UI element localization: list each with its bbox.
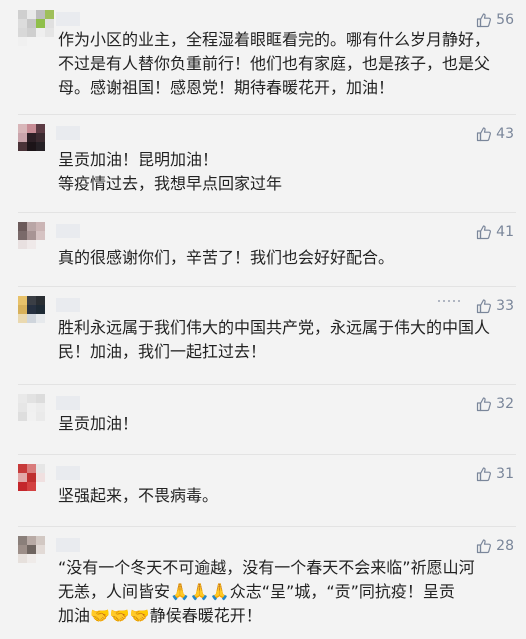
thumbs-up-icon <box>476 12 492 28</box>
avatar[interactable] <box>18 536 54 572</box>
like-count: 28 <box>496 538 514 554</box>
like-count: 33 <box>496 298 514 314</box>
like-button[interactable]: 56 <box>476 10 514 30</box>
comment-text-line: 呈贡加油！昆明加油！ <box>58 150 219 169</box>
username-blurred[interactable] <box>56 224 80 238</box>
thumbs-up-icon <box>476 224 492 240</box>
like-count: 41 <box>496 224 514 240</box>
like-button[interactable]: 41 <box>476 222 514 242</box>
avatar[interactable] <box>18 222 54 258</box>
username-blurred[interactable] <box>56 126 80 140</box>
comment-text-line: 真的很感谢你们，辛苦了！我们也会好好配合。 <box>58 248 395 267</box>
comment-text-line: 等疫情过去，我想早点回家过年 <box>58 174 283 193</box>
comment-text: 呈贡加油！昆明加油！ 等疫情过去，我想早点回家过年 <box>58 148 506 196</box>
comment-text-line: “没有一个冬天不可逾越，没有一个春天不会来临”祈愿山河 <box>58 558 475 577</box>
comment-text-line: 加油🤝🤝🤝静侯春暖花开！ <box>58 606 262 625</box>
avatar[interactable] <box>18 10 54 46</box>
avatar[interactable] <box>18 464 54 500</box>
like-count: 31 <box>496 466 514 482</box>
username-blurred[interactable] <box>56 396 80 410</box>
comment-text: 坚强起来，不畏病毒。 <box>58 484 506 508</box>
comment-text: 作为小区的业主，全程湿着眼眶看完的。哪有什么岁月静好， 不过是有人替你负重前行！他… <box>58 28 506 100</box>
comment-item: 43 呈贡加油！昆明加油！ 等疫情过去，我想早点回家过年 <box>0 124 526 224</box>
comment-text-line: 胜利永远属于我们伟大的中国共产党，永远属于伟大的中国人 <box>58 318 491 337</box>
comment-text-line: 不过是有人替你负重前行！他们也有家庭，也是孩子，也是父 <box>58 54 491 73</box>
comment-text: 呈贡加油！ <box>58 412 506 436</box>
like-button[interactable]: 43 <box>476 124 514 144</box>
comment-item: 33 胜利永远属于我们伟大的中国共产党，永远属于伟大的中国人 民！加油，我们一起扛过… <box>0 296 526 396</box>
username-blurred[interactable] <box>56 298 80 312</box>
avatar[interactable] <box>18 296 54 332</box>
comment-text-line: 作为小区的业主，全程湿着眼眶看完的。哪有什么岁月静好， <box>58 30 491 49</box>
comment-text-line: 坚强起来，不畏病毒。 <box>58 486 219 505</box>
like-count: 56 <box>496 12 514 28</box>
more-options-icon[interactable] <box>438 300 460 302</box>
comment-item: 28 “没有一个冬天不可逾越，没有一个春天不会来临”祈愿山河 无恙，人间皆安🙏🙏🙏众… <box>0 536 526 636</box>
comment-text: 胜利永远属于我们伟大的中国共产党，永远属于伟大的中国人 民！加油，我们一起扛过去！ <box>58 316 506 364</box>
comment-text-line: 呈贡加油！ <box>58 414 139 433</box>
like-button[interactable]: 28 <box>476 536 514 556</box>
comment-item: 56 作为小区的业主，全程湿着眼眶看完的。哪有什么岁月静好， 不过是有人替你负重前行… <box>0 10 526 110</box>
thumbs-up-icon <box>476 538 492 554</box>
thumbs-up-icon <box>476 298 492 314</box>
avatar[interactable] <box>18 394 54 430</box>
like-button[interactable]: 31 <box>476 464 514 484</box>
username-blurred[interactable] <box>56 466 80 480</box>
comment-divider <box>18 114 516 115</box>
comment-text-line: 无恙，人间皆安🙏🙏🙏众志“呈”城，“贡”同抗疫！呈贡 <box>58 582 455 601</box>
username-blurred[interactable] <box>56 12 80 26</box>
comment-text-line: 母。感谢祖国！感恩党！期待春暖花开，加油！ <box>58 78 395 97</box>
like-button[interactable]: 32 <box>476 394 514 414</box>
like-button[interactable]: 33 <box>476 296 514 316</box>
comment-text: 真的很感谢你们，辛苦了！我们也会好好配合。 <box>58 246 506 270</box>
thumbs-up-icon <box>476 466 492 482</box>
like-count: 43 <box>496 126 514 142</box>
thumbs-up-icon <box>476 126 492 142</box>
comment-text-line: 民！加油，我们一起扛过去！ <box>58 342 267 361</box>
thumbs-up-icon <box>476 396 492 412</box>
like-count: 32 <box>496 396 514 412</box>
comment-text: “没有一个冬天不可逾越，没有一个春天不会来临”祈愿山河 无恙，人间皆安🙏🙏🙏众志“… <box>58 556 506 628</box>
username-blurred[interactable] <box>56 538 80 552</box>
avatar[interactable] <box>18 124 54 160</box>
comment-list: 56 作为小区的业主，全程湿着眼眶看完的。哪有什么岁月静好， 不过是有人替你负重前行… <box>0 0 526 639</box>
